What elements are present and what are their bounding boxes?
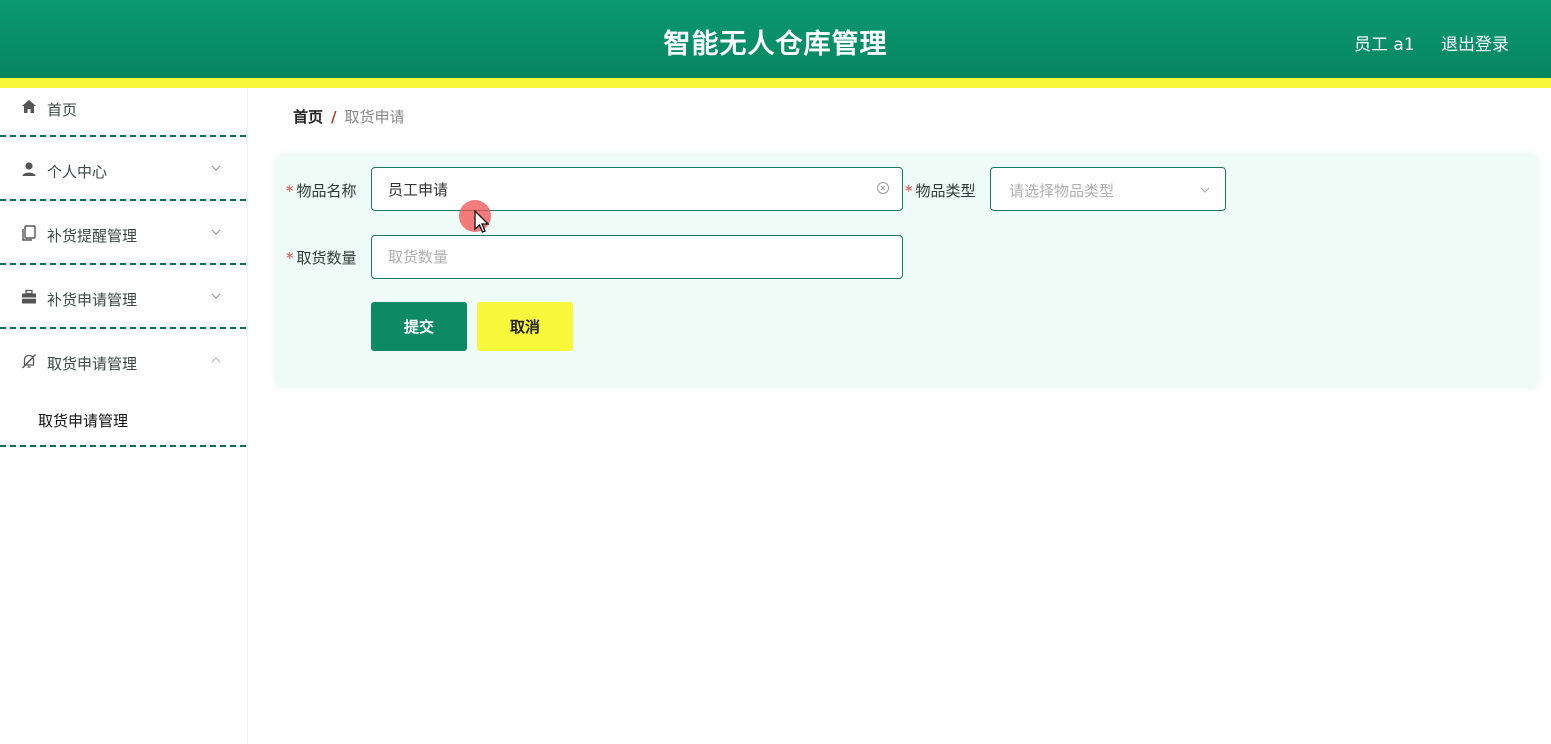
breadcrumb-current: 取货申请 bbox=[344, 108, 405, 126]
pickup-qty-input[interactable] bbox=[371, 235, 903, 279]
user-icon bbox=[22, 162, 36, 176]
sidebar-item-restock-reminder[interactable]: 补货提醒管理 bbox=[0, 214, 248, 254]
pickup-qty-label: * 取货数量 bbox=[286, 249, 357, 267]
sidebar-subitem-pickup-request[interactable]: 取货申请管理 bbox=[0, 404, 246, 434]
sidebar-item-profile[interactable]: 个人中心 bbox=[0, 150, 248, 190]
sidebar-item-label: 个人中心 bbox=[47, 163, 108, 181]
submit-button[interactable]: 提交 bbox=[371, 302, 467, 351]
chevron-down-icon bbox=[1200, 187, 1210, 193]
sidebar-item-label: 取货申请管理 bbox=[47, 355, 138, 373]
breadcrumb: 首页 / 取货申请 bbox=[293, 106, 405, 127]
current-user: 员工 a1 bbox=[1354, 35, 1415, 55]
sidebar-item-label: 补货申请管理 bbox=[47, 291, 138, 309]
item-type-label: * 物品类型 bbox=[905, 182, 976, 200]
header-accent-strip bbox=[0, 78, 1551, 88]
required-mark: * bbox=[905, 182, 913, 200]
copy-icon bbox=[22, 225, 36, 241]
breadcrumb-separator: / bbox=[331, 108, 337, 126]
sidebar-divider bbox=[0, 263, 246, 265]
mouse-cursor-icon bbox=[474, 210, 490, 233]
clear-icon[interactable] bbox=[876, 181, 890, 195]
chevron-up-icon bbox=[211, 357, 221, 363]
sidebar-item-label: 首页 bbox=[47, 101, 78, 119]
sidebar-divider bbox=[0, 327, 246, 329]
item-name-input[interactable] bbox=[371, 167, 903, 211]
app-title: 智能无人仓库管理 bbox=[663, 29, 888, 60]
sidebar-item-home[interactable]: 首页 bbox=[0, 88, 248, 128]
breadcrumb-home[interactable]: 首页 bbox=[293, 108, 323, 126]
sidebar-item-label: 补货提醒管理 bbox=[47, 227, 138, 245]
sidebar-divider bbox=[0, 199, 246, 201]
home-icon bbox=[22, 100, 36, 113]
item-name-label: * 物品名称 bbox=[286, 182, 357, 200]
chevron-down-icon bbox=[211, 165, 221, 171]
briefcase-icon bbox=[22, 289, 36, 304]
sidebar-item-pickup-request[interactable]: 取货申请管理 bbox=[0, 342, 248, 382]
cancel-button[interactable]: 取消 bbox=[477, 302, 573, 351]
item-type-placeholder: 请选择物品类型 bbox=[1009, 182, 1115, 200]
sidebar-divider bbox=[0, 135, 246, 137]
chevron-down-icon bbox=[211, 229, 221, 235]
sidebar-divider bbox=[0, 445, 246, 447]
logout-link[interactable]: 退出登录 bbox=[1441, 30, 1509, 55]
sidebar: 首页 个人中心 补货提醒管理 补货申请管理 取货申请管理 取货申请管理 bbox=[0, 88, 248, 744]
required-mark: * bbox=[286, 249, 294, 267]
sidebar-subitem-label: 取货申请管理 bbox=[38, 412, 129, 430]
required-mark: * bbox=[286, 182, 294, 200]
bell-off-icon bbox=[22, 354, 36, 369]
item-type-select[interactable]: 请选择物品类型 bbox=[990, 167, 1226, 211]
chevron-down-icon bbox=[211, 293, 221, 299]
app-header: 智能无人仓库管理 员工 a1 退出登录 bbox=[0, 0, 1551, 78]
sidebar-item-restock-request[interactable]: 补货申请管理 bbox=[0, 278, 248, 318]
